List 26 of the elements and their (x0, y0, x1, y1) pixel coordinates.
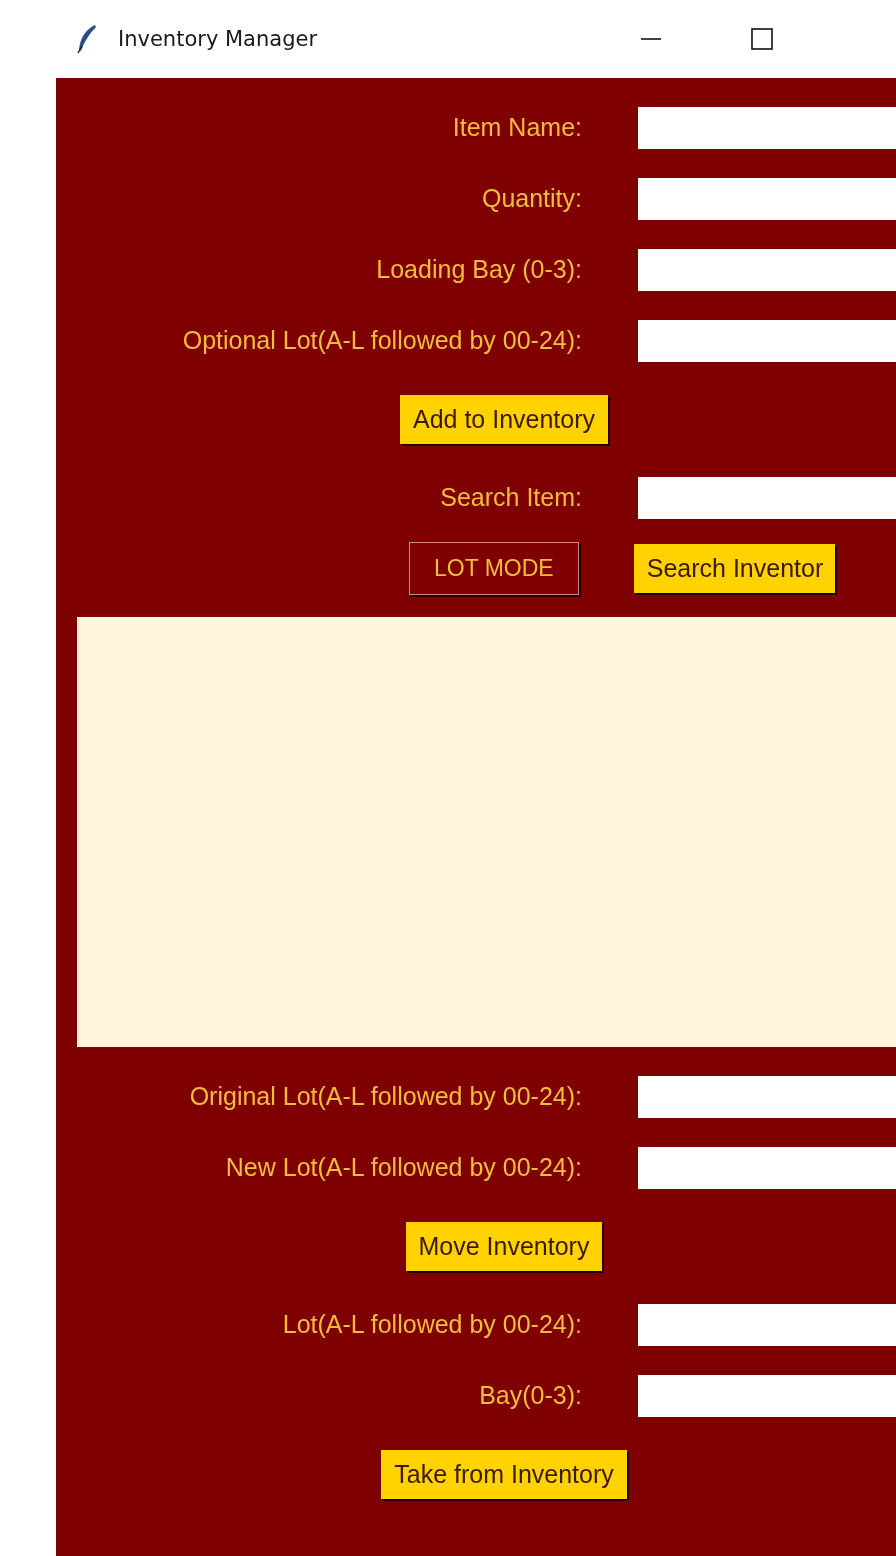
lot-mode-button[interactable]: LOT MODE (409, 541, 579, 595)
field-label: Search Item: (440, 483, 582, 512)
field-label: Item Name: (452, 113, 582, 142)
input-field[interactable] (638, 248, 896, 291)
field-label: Lot(A-L followed by 00-24): (282, 1310, 582, 1339)
feather-icon (76, 24, 98, 54)
input-field[interactable] (638, 1146, 896, 1189)
take-button[interactable]: Take from Inventory (381, 1449, 627, 1499)
search-field[interactable] (638, 476, 896, 519)
field-label: Loading Bay (0-3): (376, 255, 582, 284)
window-title: Inventory Manager (118, 27, 319, 51)
field-label: Bay(0-3): (479, 1381, 582, 1410)
field-label: Optional Lot(A-L followed by 00-24): (182, 326, 582, 355)
field-label: New Lot(A-L followed by 00-24): (225, 1153, 582, 1182)
input-field[interactable] (638, 106, 896, 149)
input-field[interactable] (638, 1374, 896, 1417)
add-button[interactable]: Add to Inventory (399, 394, 609, 444)
field-label: Quantity: (481, 184, 582, 213)
input-field[interactable] (638, 177, 896, 220)
maximize-icon[interactable] (749, 26, 775, 52)
input-field[interactable] (638, 1303, 896, 1346)
move-button[interactable]: Move Inventory (405, 1221, 603, 1271)
search-button[interactable]: Search Inventor (633, 543, 836, 593)
field-label: Original Lot(A-L followed by 00-24): (189, 1082, 582, 1111)
input-field[interactable] (638, 319, 896, 362)
input-field[interactable] (638, 1075, 896, 1118)
